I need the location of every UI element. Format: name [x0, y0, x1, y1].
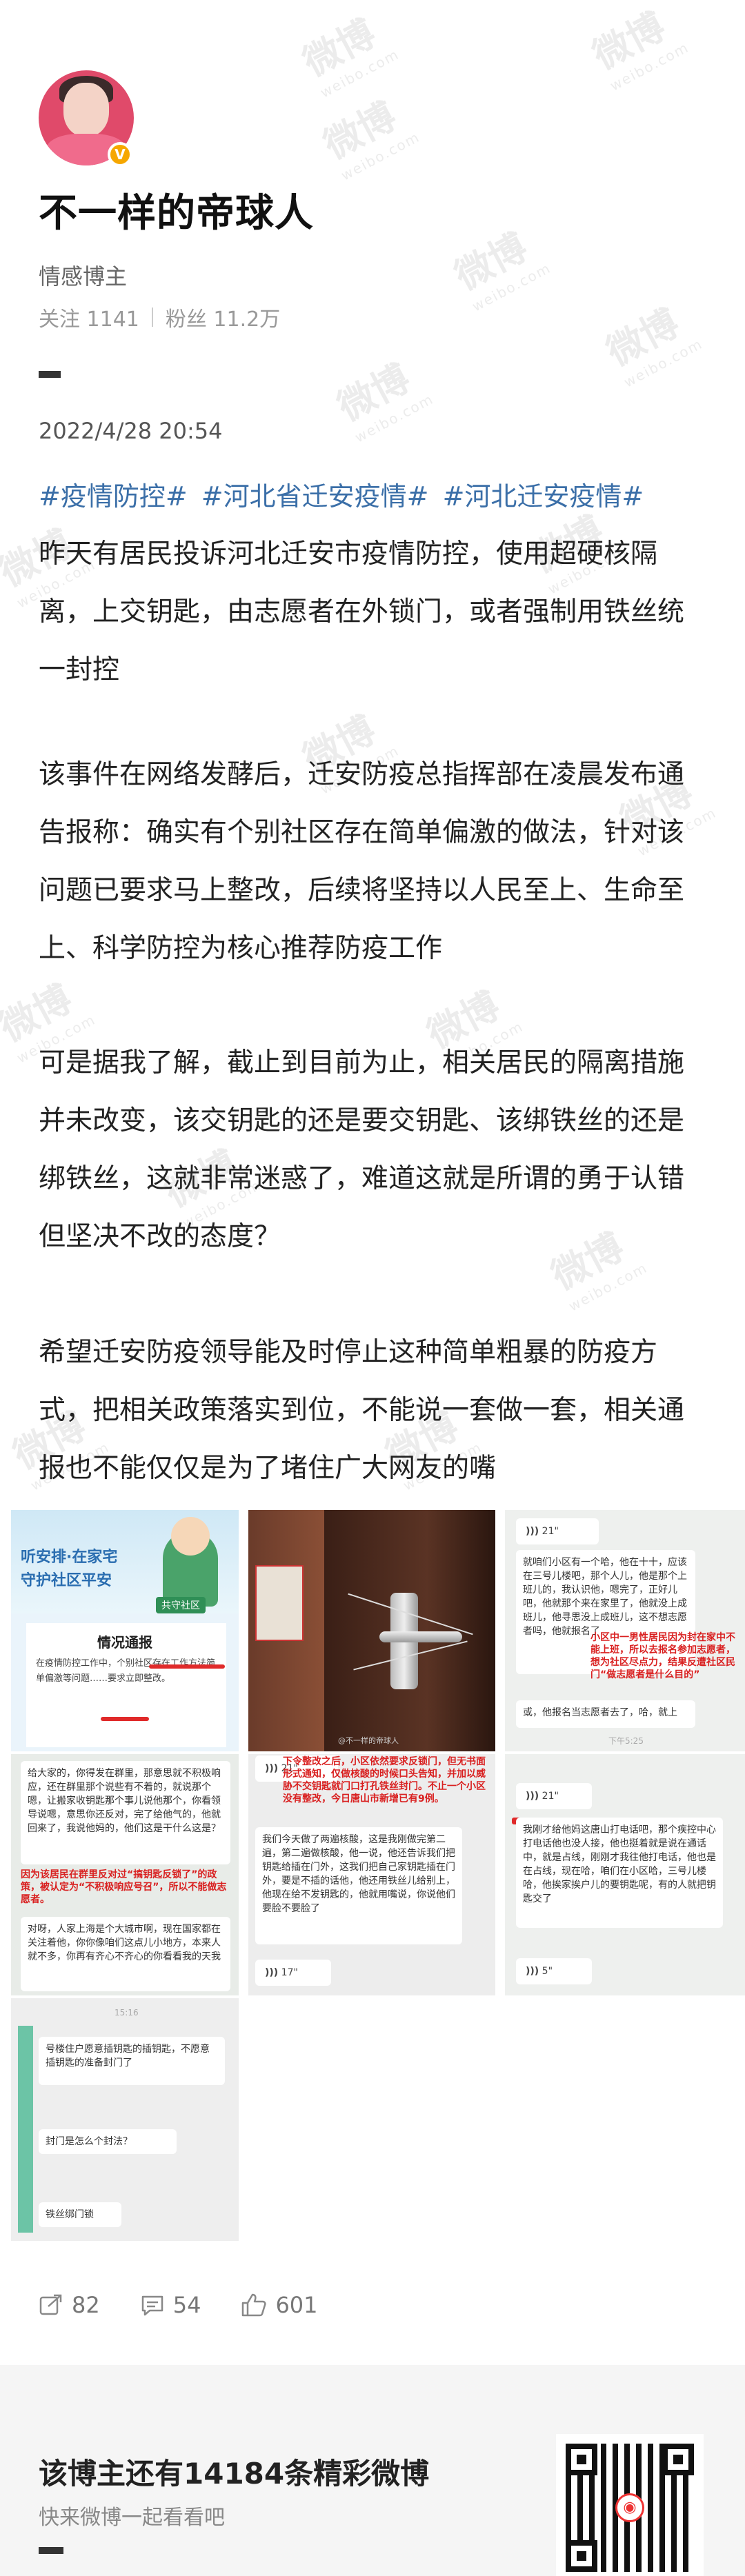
chat-bubble: 对呀，人家上海是个大城市啊，现在国家都在关注着他，你你像咱们这点儿小地方，本来人… [21, 1917, 230, 1991]
post-image-3[interactable]: ))) 21" 就咱们小区有一个哈，他在十十，应该在三号儿楼吧，那个人儿，他是那… [505, 1510, 745, 1751]
share-button[interactable]: 82 [39, 2292, 100, 2318]
thumbs-up-icon [242, 2293, 267, 2317]
author-name[interactable]: 不一样的帝球人 [39, 182, 314, 238]
poster-badge: 共守社区 [156, 1597, 206, 1613]
image-grid: 听安排·在家宅 守护社区平安 共守社区 情况通报 在疫情防控工作中，个别社区存在… [11, 1510, 745, 2241]
topic-link[interactable]: #疫情防控# [39, 481, 188, 512]
red-annotation: 下令整改之后，小区依然要求反锁门，但无书面形式通知，仅做核酸的时候口头告知，并加… [283, 1756, 486, 1804]
poster-slogan: 听安排·在家宅 [21, 1549, 118, 1566]
topic-link[interactable]: #河北迁安疫情# [443, 481, 644, 512]
voice-message: ))) 5" [516, 1958, 592, 1984]
notice-title: 情况通报 [97, 1634, 152, 1651]
chat-time: 15:16 [115, 2008, 139, 2017]
qr-code[interactable]: ◉ [556, 2434, 704, 2576]
weibo-logo-icon: ◉ [615, 2493, 644, 2522]
post-date: 2022/4/28 20:54 [39, 418, 223, 444]
footer-subtitle: 快来微博一起看看吧 [39, 2506, 225, 2530]
post-paragraph: 希望迁安防疫领导能及时停止这种简单粗暴的防疫方式，把相关政策落实到位，不能说一套… [39, 1337, 685, 1484]
follow-count[interactable]: 关注 1141 [39, 302, 139, 332]
notice-body: 在疫情防控工作中，个别社区存在工作方法简单偏激等问题……要求立即整改。 [36, 1658, 216, 1684]
chat-time: 下午5:25 [608, 1736, 644, 1746]
fans-count[interactable]: 粉丝 11.2万 [166, 302, 280, 332]
like-count: 601 [275, 2292, 318, 2318]
comment-count: 54 [172, 2292, 201, 2318]
watermark: 微博 weibo.com [317, 94, 423, 184]
chat-bubble: 我们今天做了两遍核酸，这是我刚做完第二遍，第二遍做核酸，他一说，他还告诉我们把钥… [255, 1827, 462, 1944]
watermark: 微博 weibo.com [586, 4, 692, 94]
divider [39, 371, 61, 378]
chat-bubble: 或，他报名当志愿者去了，哈，就上 [516, 1700, 695, 1728]
post-image-5[interactable]: ))) 21" 下令整改之后，小区依然要求反锁门，但无书面形式通知，仅做核酸的时… [248, 1754, 495, 1995]
verified-badge-icon: V [108, 142, 132, 167]
share-icon [39, 2294, 62, 2315]
voice-message: ))) 21" [516, 1783, 592, 1809]
post-image-1[interactable]: 听安排·在家宅 守护社区平安 共守社区 情况通报 在疫情防控工作中，个别社区存在… [11, 1510, 239, 1751]
author-tag: 情感博主 [39, 263, 128, 290]
chat-bubble: 给大家的，你得发在群里，那意思就不积极响应，还在群里那个说些有不着的，就说那个嗯… [21, 1761, 230, 1864]
like-button[interactable]: 601 [241, 2292, 318, 2318]
topic-list: #疫情防控# #河北省迁安疫情# #河北迁安疫情# [39, 477, 649, 516]
watermark: 微博 weibo.com [296, 11, 402, 101]
post-image-2[interactable]: @不一样的帝球人 [248, 1510, 495, 1751]
watermark: 微博 weibo.com [599, 301, 706, 391]
post-paragraph: 该事件在网络发酵后，迁安防疫总指挥部在凌晨发布通告报称：确实有个别社区存在简单偏… [39, 759, 685, 964]
red-annotation: 小区中一男性居民因为封在家中不能上班，所以去报名参加志愿者，想为社区尽点力，结果… [590, 1632, 735, 1680]
footer-title: 该博主还有14184条精彩微博 [39, 2457, 430, 2491]
watermark: 微博 weibo.com [448, 225, 554, 315]
share-count: 82 [72, 2292, 100, 2318]
voice-message: ))) 17" [255, 1960, 331, 1986]
divider [39, 2547, 63, 2554]
post-image-7[interactable]: 15:16 号楼住户愿意插钥匙的插钥匙，不愿意插钥匙的准备封门了 封门是怎么个封… [11, 1998, 239, 2241]
seal-paper [255, 1565, 304, 1641]
post-image-4[interactable]: 给大家的，你得发在群里，那意思就不积极响应，还在群里那个说些有不着的，就说那个嗯… [11, 1754, 239, 1995]
footer-promo: 该博主还有14184条精彩微博 快来微博一起看看吧 ◉ [0, 2365, 745, 2576]
post-image-6[interactable]: ))) 21" 我刚才给他妈这唐山打电话吧，那个疾控中心打电话他也没人接，他也挺… [505, 1754, 745, 1995]
chat-bubble: 我刚才给他妈这唐山打电话吧，那个疾控中心打电话他也没人接，他也挺着就是说在通话中… [516, 1818, 723, 1928]
chat-bubble: 号楼住户愿意插钥匙的插钥匙，不愿意插钥匙的准备封门了 [39, 2037, 225, 2085]
action-bar: 82 54 601 [39, 2292, 358, 2318]
topic-link[interactable]: #河北省迁安疫情# [201, 481, 429, 512]
poster-slogan: 守护社区平安 [21, 1572, 112, 1589]
divider [151, 308, 153, 327]
red-annotation: 因为该居民在群里反对过“搞钥匙反锁了”的政策，被认定为“不积极响应号召”，所以不… [21, 1869, 227, 1905]
post-paragraph: 昨天有居民投诉河北迁安市疫情防控，使用超硬核隔离，上交钥匙，由志愿者在外锁门，或… [39, 539, 685, 685]
watermark: 微博 weibo.com [330, 356, 437, 446]
door-handle-icon [379, 1631, 462, 1642]
comment-icon [141, 2295, 163, 2316]
chat-bubble: 封门是怎么个封法？ [39, 2129, 177, 2154]
post-paragraph: 可是据我了解，截止到目前为止，相关居民的隔离措施并未改变，该交钥匙的还是要交钥匙… [39, 1047, 685, 1252]
chat-bubble: 铁丝绑门锁 [39, 2202, 121, 2227]
comment-button[interactable]: 54 [140, 2292, 201, 2318]
image-caption: @不一样的帝球人 [338, 1736, 399, 1745]
voice-message: ))) 21" [516, 1518, 599, 1544]
author-stats: 关注 1141 粉丝 11.2万 [39, 302, 280, 332]
